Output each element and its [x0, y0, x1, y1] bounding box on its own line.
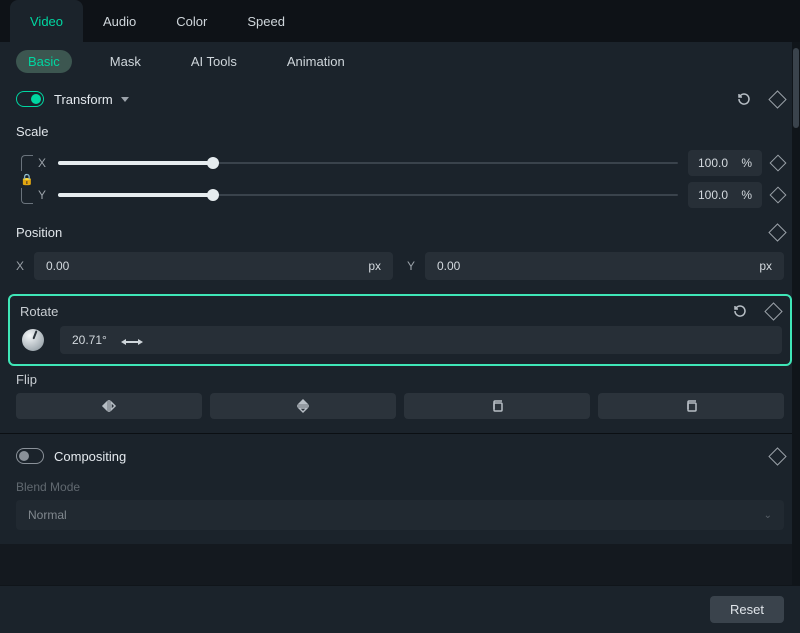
scale-label-row: Scale — [0, 118, 800, 145]
blend-mode-value: Normal — [28, 508, 67, 522]
rotate-value: 20.71° — [72, 333, 107, 347]
position-label: Position — [16, 225, 62, 240]
scale-x-value-input[interactable]: 100.0 % — [688, 150, 762, 176]
transform-reset-button[interactable] — [735, 90, 753, 108]
tab-audio[interactable]: Audio — [83, 0, 156, 42]
top-tabs: Video Audio Color Speed — [0, 0, 800, 42]
sub-tabs: Basic Mask AI Tools Animation — [0, 42, 800, 80]
compositing-header: Compositing — [0, 438, 800, 474]
scale-x-unit: % — [741, 156, 752, 170]
transform-keyframe-button[interactable] — [768, 90, 786, 108]
scale-block: 🔒 X 100.0 % — [0, 145, 800, 219]
scale-x-keyframe-button[interactable] — [770, 155, 787, 172]
flip-copy-button-2[interactable] — [598, 393, 784, 419]
tab-video[interactable]: Video — [10, 0, 83, 42]
chevron-down-icon — [121, 97, 129, 102]
position-y-input[interactable]: 0.00 px — [425, 252, 784, 280]
subtab-ai-tools[interactable]: AI Tools — [179, 50, 249, 73]
reset-icon — [736, 91, 752, 107]
chevron-down-icon: ⌄ — [764, 510, 772, 521]
position-x-input[interactable]: 0.00 px — [34, 252, 393, 280]
tab-color[interactable]: Color — [156, 0, 227, 42]
blend-mode-select[interactable]: Normal ⌄ — [16, 500, 784, 530]
reset-button-label: Reset — [730, 602, 764, 617]
subtab-basic[interactable]: Basic — [16, 50, 72, 73]
flip-vertical-icon — [296, 398, 310, 414]
copy-icon — [490, 399, 504, 413]
scale-y-value: 100.0 — [698, 188, 728, 202]
scale-y-slider[interactable] — [58, 185, 678, 205]
scale-y-axis-label: Y — [38, 188, 48, 202]
flip-copy-button-1[interactable] — [404, 393, 590, 419]
subtab-animation-label: Animation — [287, 54, 345, 69]
subtab-mask-label: Mask — [110, 54, 141, 69]
transform-label: Transform — [54, 92, 113, 107]
scale-lock-column: 🔒 — [16, 155, 38, 204]
blend-mode-label: Blend Mode — [16, 480, 784, 494]
copy-icon — [684, 399, 698, 413]
scrollbar[interactable] — [792, 42, 800, 585]
horizontal-drag-icon — [121, 335, 143, 345]
scale-x-slider[interactable] — [58, 153, 678, 173]
flip-horizontal-icon — [101, 399, 117, 413]
rotate-label: Rotate — [20, 304, 58, 319]
subtab-ai-label: AI Tools — [191, 54, 237, 69]
subtab-mask[interactable]: Mask — [98, 50, 153, 73]
position-y-unit: px — [759, 259, 772, 273]
scale-label: Scale — [16, 124, 49, 139]
scale-y-value-input[interactable]: 100.0 % — [688, 182, 762, 208]
reset-icon — [732, 303, 748, 319]
rotate-section: Rotate 20.71° — [8, 294, 792, 366]
position-keyframe-button[interactable] — [768, 223, 786, 241]
compositing-keyframe-button[interactable] — [768, 447, 786, 465]
compositing-toggle[interactable] — [16, 448, 44, 464]
position-x-axis-label: X — [16, 259, 26, 273]
position-row: X 0.00 px Y 0.00 px — [0, 246, 800, 294]
rotate-value-input[interactable]: 20.71° — [60, 326, 782, 354]
position-y-value: 0.00 — [437, 259, 460, 273]
scale-x-axis-label: X — [38, 156, 48, 170]
lock-button[interactable]: 🔒 — [20, 173, 34, 186]
tab-speed[interactable]: Speed — [227, 0, 305, 42]
flip-label: Flip — [16, 372, 784, 387]
position-x-value: 0.00 — [46, 259, 69, 273]
rotate-dial[interactable] — [22, 329, 44, 351]
flip-vertical-button[interactable] — [210, 393, 396, 419]
scale-x-value: 100.0 — [698, 156, 728, 170]
transform-toggle[interactable] — [16, 91, 44, 107]
blend-mode-block: Blend Mode Normal ⌄ — [0, 474, 800, 544]
rotate-keyframe-button[interactable] — [764, 302, 782, 320]
rotate-reset-button[interactable] — [731, 302, 749, 320]
compositing-label: Compositing — [54, 449, 126, 464]
position-y-axis-label: Y — [407, 259, 417, 273]
scale-y-keyframe-button[interactable] — [770, 187, 787, 204]
subtab-basic-label: Basic — [28, 54, 60, 69]
position-x-unit: px — [368, 259, 381, 273]
subtab-animation[interactable]: Animation — [275, 50, 357, 73]
scale-x-row: X 100.0 % — [38, 147, 784, 179]
transform-header: Transform — [0, 80, 800, 118]
footer: Reset — [0, 585, 800, 633]
tab-video-label: Video — [30, 14, 63, 29]
scrollbar-thumb[interactable] — [793, 48, 799, 128]
scale-y-row: Y 100.0 % — [38, 179, 784, 211]
transform-dropdown[interactable]: Transform — [54, 92, 129, 107]
tab-speed-label: Speed — [247, 14, 285, 29]
reset-button[interactable]: Reset — [710, 596, 784, 623]
scale-y-unit: % — [741, 188, 752, 202]
position-label-row: Position — [0, 219, 800, 246]
flip-section: Flip — [0, 366, 800, 433]
tab-audio-label: Audio — [103, 14, 136, 29]
bracket-bottom-icon — [21, 188, 33, 204]
flip-horizontal-button[interactable] — [16, 393, 202, 419]
tab-color-label: Color — [176, 14, 207, 29]
bracket-top-icon — [21, 155, 33, 171]
